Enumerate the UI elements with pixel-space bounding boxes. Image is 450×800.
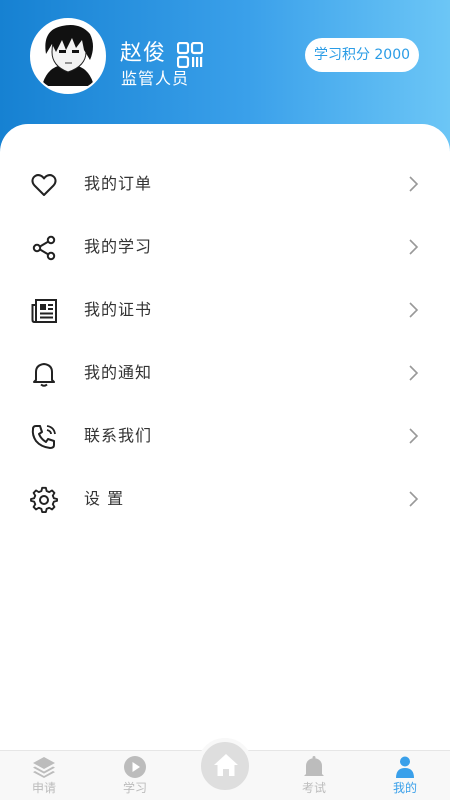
chevron-right-icon bbox=[409, 428, 419, 444]
user-name: 赵俊 bbox=[120, 41, 167, 66]
menu-item-settings[interactable]: 设 置 bbox=[0, 468, 450, 531]
chevron-right-icon bbox=[409, 302, 419, 318]
chevron-right-icon bbox=[409, 491, 419, 507]
newspaper-icon bbox=[31, 299, 57, 323]
menu-card: 我的订单 我的学习 我的证书 我的通知 联系我们 设 置 bbox=[0, 124, 450, 750]
menu-item-label: 联系我们 bbox=[84, 426, 153, 445]
tab-label: 我的 bbox=[392, 781, 417, 795]
home-button[interactable] bbox=[197, 738, 253, 794]
menu-item-orders[interactable]: 我的订单 bbox=[0, 153, 450, 216]
menu-item-contact[interactable]: 联系我们 bbox=[0, 405, 450, 468]
layers-icon bbox=[33, 757, 55, 778]
qr-code-icon[interactable] bbox=[177, 42, 203, 68]
tab-label: 申请 bbox=[31, 781, 56, 795]
menu-item-notifications[interactable]: 我的通知 bbox=[0, 342, 450, 405]
menu-item-label: 我的订单 bbox=[84, 174, 153, 193]
menu-item-label: 我的证书 bbox=[84, 300, 153, 319]
play-icon bbox=[124, 756, 146, 778]
tab-label: 学习 bbox=[122, 781, 147, 795]
menu-item-study[interactable]: 我的学习 bbox=[0, 216, 450, 279]
menu-item-label: 我的通知 bbox=[84, 363, 153, 382]
menu-item-label: 设 置 bbox=[84, 489, 125, 508]
person-icon bbox=[396, 756, 414, 778]
tab-label: 考试 bbox=[301, 781, 326, 795]
avatar[interactable] bbox=[30, 18, 106, 94]
tab-mine[interactable]: 我的 bbox=[375, 751, 435, 800]
chevron-right-icon bbox=[409, 239, 419, 255]
heart-icon bbox=[31, 174, 57, 196]
user-role: 监管人员 bbox=[121, 69, 190, 88]
study-points-badge[interactable]: 学习积分 2000 bbox=[305, 38, 419, 72]
tab-study[interactable]: 学习 bbox=[105, 751, 165, 800]
chevron-right-icon bbox=[409, 176, 419, 192]
tab-apply[interactable]: 申请 bbox=[14, 751, 74, 800]
share-icon bbox=[32, 235, 56, 261]
bell-icon bbox=[304, 756, 324, 776]
bell-icon bbox=[33, 363, 55, 387]
phone-icon bbox=[31, 425, 56, 449]
menu-item-label: 我的学习 bbox=[84, 237, 153, 256]
menu-item-certificates[interactable]: 我的证书 bbox=[0, 279, 450, 342]
gear-icon bbox=[30, 486, 58, 513]
avatar-illustration bbox=[32, 20, 104, 92]
chevron-right-icon bbox=[409, 365, 419, 381]
tab-exam[interactable]: 考试 bbox=[284, 751, 344, 800]
home-icon bbox=[214, 754, 238, 776]
